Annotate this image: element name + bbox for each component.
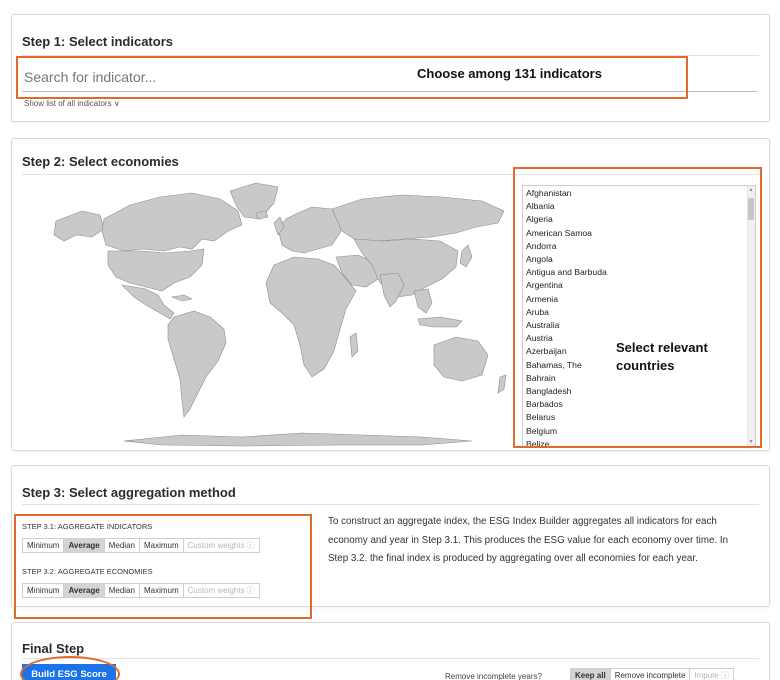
annotation-indicators: Choose among 131 indicators [417,66,602,81]
map-caribbean[interactable] [170,294,193,302]
keep-all-option[interactable]: Keep all [571,669,611,680]
map-india[interactable] [379,272,405,308]
map-japan[interactable] [459,244,473,268]
final-step-divider [22,658,759,659]
aggregation-description: To construct an aggregate index, the ESG… [328,516,729,564]
step1-title: Step 1: Select indicators [22,34,173,49]
remove-incomplete-label: Remove incomplete years? [445,672,542,680]
show-all-indicators-link[interactable]: Show list of all indicators ∨ [24,99,120,108]
map-africa[interactable] [265,256,357,378]
map-canada[interactable] [101,192,243,252]
annotation-countries: Select relevant countries [616,339,708,375]
annotation-box-countries [513,167,762,448]
map-madagascar[interactable] [349,332,359,358]
map-russia[interactable] [331,194,505,242]
step2-title: Step 2: Select economies [22,154,179,169]
annotation-box-aggregation [14,514,312,619]
remove-incomplete-option[interactable]: Remove incomplete [611,669,691,680]
map-alaska[interactable] [53,210,105,242]
map-southeast-asia[interactable] [413,288,433,314]
annotation-countries-line2: countries [616,358,675,373]
annotation-countries-line1: Select relevant [616,340,708,355]
map-australia[interactable] [433,336,489,382]
world-map[interactable] [42,179,512,449]
map-usa[interactable] [107,248,205,292]
step3-title: Step 3: Select aggregation method [22,485,236,500]
step3-divider [22,504,759,505]
final-step-card: Final Step Build ESG Score Remove incomp… [11,622,770,680]
map-south-america[interactable] [167,310,227,418]
map-antarctica[interactable] [123,432,473,447]
map-new-zealand[interactable] [497,374,507,394]
annotation-ellipse-build [20,656,120,680]
world-map-svg[interactable] [42,179,512,449]
map-indonesia[interactable] [417,316,463,328]
final-step-title: Final Step [22,641,85,656]
map-mexico[interactable] [121,284,175,320]
impute-option[interactable]: Impute ⓘ [690,669,733,680]
remove-incomplete-options: Keep all Remove incomplete Impute ⓘ [570,668,735,680]
